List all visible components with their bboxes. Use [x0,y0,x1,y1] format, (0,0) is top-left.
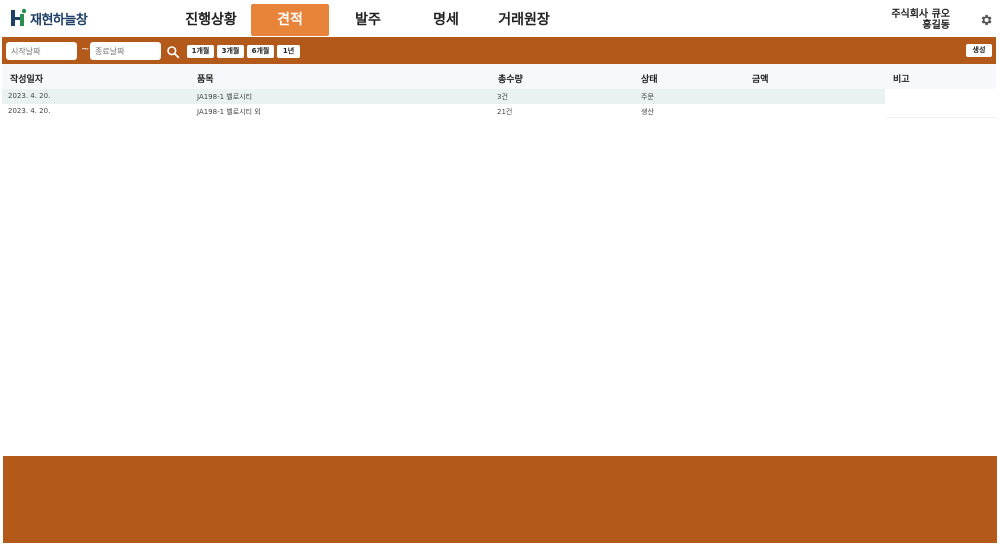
column-header-quantity[interactable]: 총수량 [498,72,523,85]
brand-logo[interactable]: 재현하늘창 [10,8,88,28]
top-header: 재현하늘창 진행상황 견적 발주 명세 거래원장 주식회사 큐오 홍길동 [0,0,1000,37]
cell-date: 2023. 4. 20. [8,107,51,115]
period-6-month-button[interactable]: 6개월 [247,45,274,58]
nav-estimate[interactable]: 견적 [251,4,329,36]
nav-ledger[interactable]: 거래원장 [485,4,563,36]
footer-panel [3,456,997,543]
table-row[interactable]: 2023. 4. 20. JA198-1 벨로시티 3건 주문 [2,89,885,104]
end-date-input[interactable] [90,42,161,60]
brand-name: 재현하늘창 [30,12,88,28]
period-1-month-button[interactable]: 1개월 [187,45,214,58]
start-date-input[interactable] [6,42,77,60]
main-nav: 진행상황 견적 발주 명세 거래원장 [171,4,563,36]
table-row[interactable]: 2023. 4. 20. JA198-1 벨로시티 외 21건 생산 [2,104,885,119]
filter-bar: ~ 1개월 3개월 6개월 1년 생성 [2,37,996,64]
table-header: 작성일자 품목 총수량 상태 금액 비고 [2,64,996,89]
create-button[interactable]: 생성 [966,44,992,57]
cell-quantity: 3건 [497,93,508,101]
note-column-area [886,89,996,118]
period-3-month-button[interactable]: 3개월 [217,45,244,58]
user-info: 주식회사 큐오 홍길동 [891,9,950,31]
company-name: 주식회사 큐오 [891,9,950,20]
search-icon[interactable] [166,44,180,59]
user-name: 홍길동 [922,20,950,31]
logo-mark-icon [10,8,28,28]
cell-status: 생산 [641,108,654,116]
cell-quantity: 21건 [497,108,513,116]
nav-order[interactable]: 발주 [329,4,407,36]
date-separator: ~ [81,44,90,55]
nav-statement[interactable]: 명세 [407,4,485,36]
column-header-date[interactable]: 작성일자 [10,72,43,85]
cell-status: 주문 [641,93,654,101]
column-header-status[interactable]: 상태 [641,72,658,85]
nav-progress[interactable]: 진행상황 [171,4,251,36]
gear-icon[interactable] [979,12,993,26]
cell-date: 2023. 4. 20. [8,92,51,100]
cell-item: JA198-1 벨로시티 외 [197,108,261,116]
cell-item: JA198-1 벨로시티 [197,93,253,101]
column-header-amount[interactable]: 금액 [752,72,769,85]
column-header-item[interactable]: 품목 [197,72,214,85]
period-1-year-button[interactable]: 1년 [277,45,300,58]
column-header-note[interactable]: 비고 [893,72,910,85]
